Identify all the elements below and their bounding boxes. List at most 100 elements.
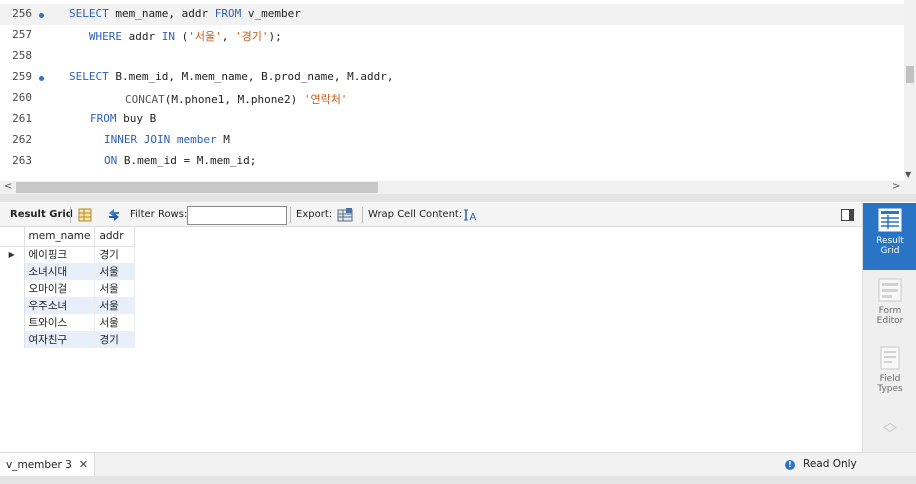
code-text: WHERE addr IN ('서울', '경기'); (88, 30, 282, 43)
editor-horizontal-scrollbar[interactable]: < > (0, 181, 916, 194)
scroll-left-icon[interactable]: < (4, 181, 12, 192)
cell-addr[interactable]: 경기 (94, 246, 136, 263)
result-grid[interactable]: mem_name addr ▶ 에이핑크 경기 소녀시대 서울 오마이걸 서울 (0, 227, 862, 452)
export-icon[interactable] (337, 207, 353, 223)
statement-marker-icon (39, 13, 44, 18)
pane-splitter[interactable] (0, 194, 916, 202)
code-text: INNER JOIN member M (104, 133, 230, 146)
form-editor-view-button[interactable]: Form Editor (863, 273, 916, 337)
cell-mem-name[interactable]: 소녀시대 (24, 263, 96, 280)
form-editor-label-line2: Editor (876, 316, 904, 326)
code-text: FROM buy B (90, 112, 157, 125)
export-label: Export: (296, 209, 333, 220)
cell-addr[interactable]: 서울 (94, 297, 136, 314)
refresh-icon[interactable] (106, 207, 122, 223)
scrollbar-thumb[interactable] (16, 182, 378, 193)
table-row[interactable]: 트와이스 서울 (0, 314, 136, 331)
editor-line[interactable]: 261 FROM buy B (0, 109, 904, 130)
row-header (0, 297, 25, 314)
result-grid-label-line2: Grid (880, 246, 900, 256)
statement-marker-icon (39, 76, 44, 81)
cell-addr[interactable]: 경기 (94, 331, 136, 348)
filter-rows-input[interactable] (187, 206, 287, 225)
cell-addr[interactable]: 서울 (94, 314, 136, 331)
code-text: SELECT mem_name, addr FROM v_member (69, 7, 301, 20)
info-icon: ! (785, 460, 795, 470)
editor-line[interactable]: 259 SELECT B.mem_id, M.mem_name, B.prod_… (0, 67, 904, 88)
result-grid-label-line1: Result (876, 236, 904, 246)
toggle-side-panel-icon[interactable] (841, 209, 854, 221)
current-row-marker-icon: ▶ (0, 246, 25, 263)
wrap-cell-content-label: Wrap Cell Content: (368, 209, 463, 220)
table-header-row: mem_name addr (0, 227, 136, 247)
row-header (0, 331, 25, 348)
tab-label: v_member 3 (6, 459, 72, 471)
toolbar-separator (362, 207, 363, 223)
scroll-right-icon[interactable]: > (892, 181, 900, 192)
form-editor-label-line1: Form (878, 306, 902, 316)
line-number: 263 (12, 154, 32, 167)
row-header-corner (0, 227, 25, 247)
cell-mem-name[interactable]: 우주소녀 (24, 297, 96, 314)
row-header (0, 314, 25, 331)
filter-rows-label: Filter Rows: (130, 209, 188, 220)
result-toolbar: Result Grid Filter Rows: Export: Wrap Ce… (0, 203, 862, 227)
scroll-down-icon[interactable]: ▼ (905, 170, 911, 179)
cell-mem-name[interactable]: 여자친구 (24, 331, 96, 348)
bottom-tab-bar: v_member 3 ✕ ! Read Only (0, 452, 916, 476)
cell-mem-name[interactable]: 트와이스 (24, 314, 96, 331)
result-side-panel: Result Grid Form Editor Field Types ︿ ﹀ (862, 203, 916, 452)
cell-mem-name[interactable]: 오마이걸 (24, 280, 96, 297)
sql-editor[interactable]: 256 SELECT mem_name, addr FROM v_member … (0, 0, 916, 181)
column-header-addr[interactable]: addr (94, 227, 136, 247)
code-text: ON B.mem_id = M.mem_id; (104, 154, 257, 167)
editor-line[interactable]: 256 SELECT mem_name, addr FROM v_member (0, 4, 904, 25)
line-number: 256 (12, 7, 32, 20)
column-header-mem-name[interactable]: mem_name (24, 227, 96, 247)
code-text: SELECT B.mem_id, M.mem_name, B.prod_name… (69, 70, 394, 83)
line-number: 257 (12, 28, 32, 41)
cell-addr[interactable]: 서울 (94, 263, 136, 280)
result-table: mem_name addr ▶ 에이핑크 경기 소녀시대 서울 오마이걸 서울 (0, 227, 136, 348)
cell-addr[interactable]: 서울 (94, 280, 136, 297)
line-number: 259 (12, 70, 32, 83)
code-text: CONCAT(M.phone1, M.phone2) '연락처' (125, 93, 348, 106)
field-types-icon (880, 346, 900, 370)
row-header (0, 280, 25, 297)
editor-line[interactable]: 260 CONCAT(M.phone1, M.phone2) '연락처' (0, 88, 904, 109)
cell-mem-name[interactable]: 에이핑크 (24, 246, 96, 263)
form-editor-icon (878, 278, 902, 302)
panel-scroll-arrows-icon[interactable]: ︿ ﹀ (880, 416, 900, 442)
wrap-text-icon[interactable]: A (463, 207, 479, 223)
table-row[interactable]: ▶ 에이핑크 경기 (0, 246, 136, 263)
table-row[interactable]: 여자친구 경기 (0, 331, 136, 348)
editor-line[interactable]: 258 (0, 46, 904, 67)
result-grid-icon (878, 208, 902, 232)
field-types-label-line1: Field (879, 374, 901, 384)
grid-layout-icon[interactable] (77, 207, 93, 223)
line-number: 260 (12, 91, 32, 104)
svg-text:A: A (470, 212, 477, 223)
read-only-status: ! Read Only (785, 458, 857, 470)
result-tab-v-member-3[interactable]: v_member 3 ✕ (0, 453, 96, 476)
editor-line[interactable]: 262 INNER JOIN member M (0, 130, 904, 151)
window-bottom-edge (0, 476, 916, 484)
field-types-view-button[interactable]: Field Types (863, 341, 916, 405)
close-icon[interactable]: ✕ (79, 458, 88, 471)
line-number: 258 (12, 49, 32, 62)
result-grid-view-button[interactable]: Result Grid (863, 203, 916, 270)
editor-line[interactable]: 257 WHERE addr IN ('서울', '경기'); (0, 25, 904, 46)
toolbar-separator (70, 207, 71, 223)
result-grid-tab[interactable]: Result Grid (10, 209, 73, 220)
editor-line[interactable]: 263 ON B.mem_id = M.mem_id; (0, 151, 904, 172)
field-types-label-line2: Types (877, 384, 903, 394)
status-text: Read Only (803, 458, 857, 470)
editor-vertical-scrollbar[interactable]: ▼ (904, 0, 916, 181)
line-number: 262 (12, 133, 32, 146)
scrollbar-thumb[interactable] (906, 66, 914, 83)
table-row[interactable]: 우주소녀 서울 (0, 297, 136, 314)
toolbar-separator (290, 207, 291, 223)
table-row[interactable]: 소녀시대 서울 (0, 263, 136, 280)
row-header (0, 263, 25, 280)
table-row[interactable]: 오마이걸 서울 (0, 280, 136, 297)
